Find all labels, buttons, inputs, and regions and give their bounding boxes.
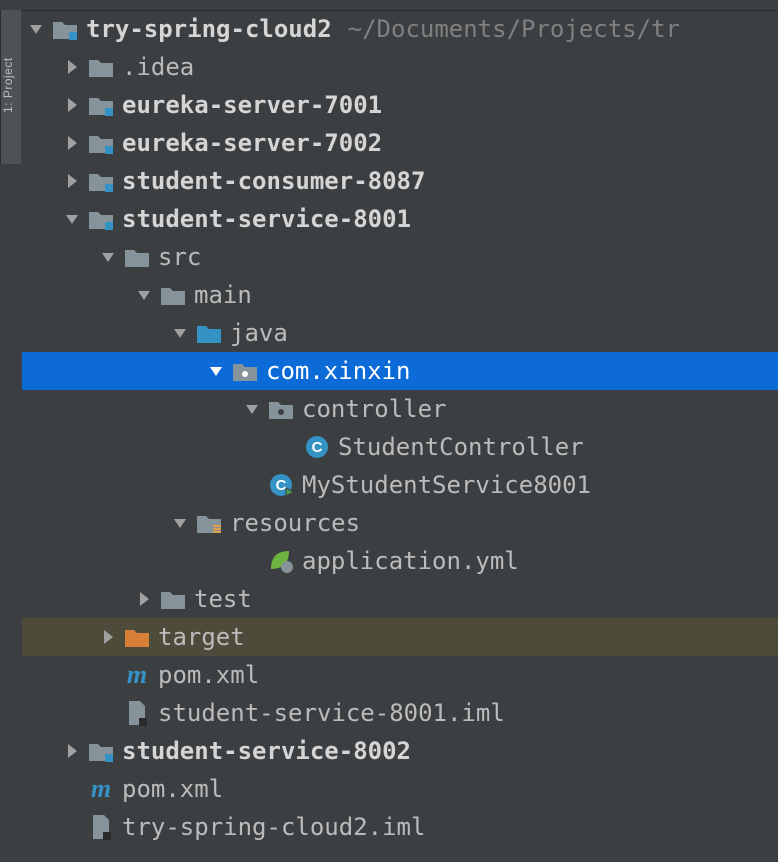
svg-text:C: C <box>276 477 287 494</box>
tree-node-label: java <box>230 314 288 352</box>
module-icon <box>88 738 114 764</box>
module-icon <box>88 168 114 194</box>
package-icon <box>268 396 294 422</box>
tree-node-label: pom.xml <box>158 656 259 694</box>
tree-row[interactable]: application.yml <box>22 542 778 580</box>
tree-row[interactable]: java <box>22 314 778 352</box>
run-class-icon: C <box>268 472 294 498</box>
tree-node-label: MyStudentService8001 <box>302 466 591 504</box>
tree-node-label: test <box>194 580 252 618</box>
tree-node-label: try-spring-cloud2.iml <box>122 808 425 846</box>
file-icon <box>88 814 114 840</box>
tree-row[interactable]: student-service-8001 <box>22 200 778 238</box>
tree-node-label: resources <box>230 504 360 542</box>
tree-row[interactable]: target <box>22 618 778 656</box>
target-icon <box>124 624 150 650</box>
tree-row[interactable]: student-service-8001.iml <box>22 694 778 732</box>
tree-row[interactable]: controller <box>22 390 778 428</box>
tree-node-label: pom.xml <box>122 770 223 808</box>
tree-row[interactable]: student-service-8002 <box>22 732 778 770</box>
tree-node-label: .idea <box>122 48 194 86</box>
tree-row[interactable]: try-spring-cloud2.iml <box>22 808 778 846</box>
chevron-down-icon[interactable] <box>206 361 226 381</box>
tree-node-label: com.xinxin <box>266 352 411 390</box>
chevron-right-icon[interactable] <box>62 171 82 191</box>
tree-node-label: main <box>194 276 252 314</box>
tree-row[interactable]: test <box>22 580 778 618</box>
folder-icon <box>160 282 186 308</box>
chevron-right-icon[interactable] <box>134 589 154 609</box>
module-icon <box>88 130 114 156</box>
folder-icon <box>160 586 186 612</box>
file-icon <box>124 700 150 726</box>
project-side-tab[interactable]: 1: Project <box>0 10 21 164</box>
class-icon: C <box>304 434 330 460</box>
svg-text:C: C <box>312 439 323 456</box>
tree-node-label: student-consumer-8087 <box>122 162 425 200</box>
tree-row[interactable]: eureka-server-7001 <box>22 86 778 124</box>
package-icon <box>232 358 258 384</box>
tree-row[interactable]: C MyStudentService8001 <box>22 466 778 504</box>
resources-icon <box>196 510 222 536</box>
project-tree[interactable]: try-spring-cloud2 ~/Documents/Projects/tr… <box>22 10 778 862</box>
tree-row[interactable]: .idea <box>22 48 778 86</box>
tree-node-label: StudentController <box>338 428 584 466</box>
chevron-right-icon[interactable] <box>98 627 118 647</box>
chevron-right-icon[interactable] <box>62 741 82 761</box>
folder-icon <box>88 54 114 80</box>
chevron-right-icon[interactable] <box>62 95 82 115</box>
tree-node-label: student-service-8001.iml <box>158 694 505 732</box>
tree-node-label: src <box>158 238 201 276</box>
tree-node-label: application.yml <box>302 542 519 580</box>
maven-file-icon: m <box>124 662 150 688</box>
chevron-down-icon[interactable] <box>242 399 262 419</box>
chevron-down-icon[interactable] <box>26 19 46 39</box>
tree-row[interactable]: com.xinxin <box>22 352 778 390</box>
chevron-down-icon[interactable] <box>62 209 82 229</box>
tree-row[interactable]: main <box>22 276 778 314</box>
tree-node-label: controller <box>302 390 447 428</box>
module-icon <box>52 16 78 42</box>
spring-config-icon <box>268 548 294 574</box>
maven-file-icon: m <box>88 776 114 802</box>
tree-node-hint: ~/Documents/Projects/tr <box>348 10 680 48</box>
tree-node-label: eureka-server-7001 <box>122 86 382 124</box>
tree-row[interactable]: C StudentController <box>22 428 778 466</box>
tree-row[interactable]: src <box>22 238 778 276</box>
tree-row[interactable]: resources <box>22 504 778 542</box>
tree-row[interactable]: student-consumer-8087 <box>22 162 778 200</box>
tree-node-label: target <box>158 618 245 656</box>
tree-node-label: student-service-8002 <box>122 732 411 770</box>
chevron-down-icon[interactable] <box>170 323 190 343</box>
module-icon <box>88 92 114 118</box>
tree-node-label: student-service-8001 <box>122 200 411 238</box>
tree-row[interactable]: m pom.xml <box>22 656 778 694</box>
module-icon <box>88 206 114 232</box>
tree-node-label: try-spring-cloud2 <box>86 10 332 48</box>
folder-icon <box>124 244 150 270</box>
tree-row[interactable]: eureka-server-7002 <box>22 124 778 162</box>
chevron-down-icon[interactable] <box>98 247 118 267</box>
chevron-down-icon[interactable] <box>170 513 190 533</box>
tree-node-label: eureka-server-7002 <box>122 124 382 162</box>
tree-row[interactable]: try-spring-cloud2 ~/Documents/Projects/tr <box>22 10 778 48</box>
chevron-right-icon[interactable] <box>62 57 82 77</box>
chevron-down-icon[interactable] <box>134 285 154 305</box>
chevron-right-icon[interactable] <box>62 133 82 153</box>
source-icon <box>196 320 222 346</box>
tree-row[interactable]: m pom.xml <box>22 770 778 808</box>
project-tool-window: 1: Project try-spring-cloud2 ~/Documents/… <box>0 0 778 862</box>
